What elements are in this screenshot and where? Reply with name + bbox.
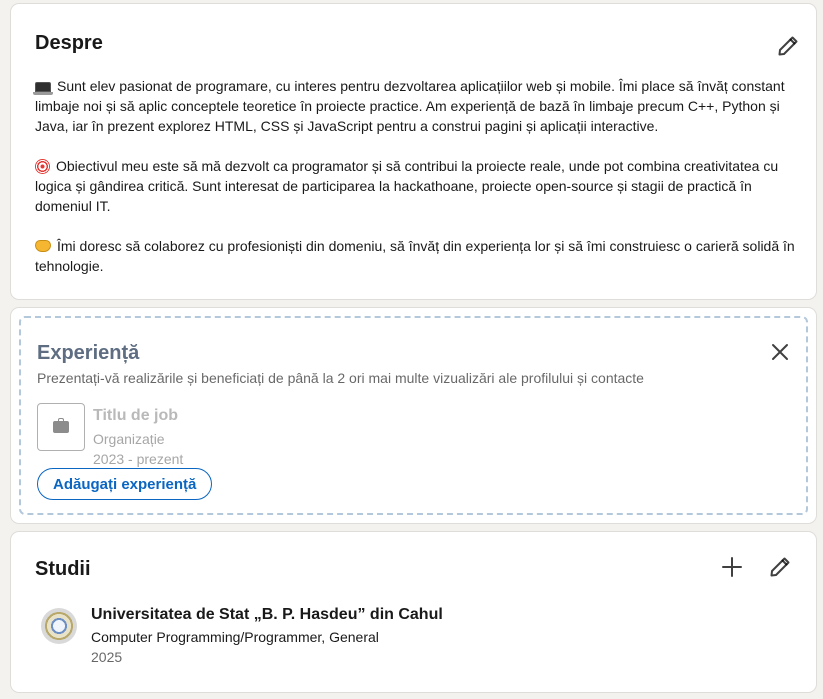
experience-placeholder-box: Experiență Prezentați-vă realizările și … xyxy=(19,316,808,515)
about-paragraph-3-text: Îmi doresc să colaborez cu profesioniști… xyxy=(35,238,795,274)
about-paragraph-1-text: Sunt elev pasionat de programare, cu int… xyxy=(35,78,785,134)
laptop-emoji-icon xyxy=(33,82,53,95)
about-paragraph-2-text: Obiectivul meu este să mă dezvolt ca pro… xyxy=(35,158,779,214)
add-education-button[interactable] xyxy=(712,547,752,587)
school-year: 2025 xyxy=(91,649,123,665)
add-experience-button[interactable]: Adăugați experiență xyxy=(37,468,213,500)
briefcase-icon xyxy=(53,418,69,433)
date-placeholder: 2023 - prezent xyxy=(93,451,184,467)
about-paragraph-3: Îmi doresc să colaborez cu profesioniști… xyxy=(35,236,795,276)
experience-title: Experiență xyxy=(37,342,140,364)
pencil-icon xyxy=(778,36,798,56)
experience-subtitle: Prezentați-vă realizările și beneficiați… xyxy=(37,370,644,386)
about-paragraph-1: Sunt elev pasionat de programare, cu int… xyxy=(33,76,795,136)
edit-about-button[interactable] xyxy=(768,26,808,66)
edit-education-button[interactable] xyxy=(760,547,800,587)
experience-section: Experiență Prezentați-vă realizările și … xyxy=(11,308,816,523)
target-emoji-icon xyxy=(35,159,50,174)
close-experience-button[interactable] xyxy=(760,332,800,372)
about-section: Despre Sunt elev pasionat de programare,… xyxy=(11,4,816,299)
pencil-icon xyxy=(770,557,790,577)
about-text: Sunt elev pasionat de programare, cu int… xyxy=(33,76,795,276)
close-icon xyxy=(772,344,788,360)
about-title: Despre xyxy=(35,32,103,54)
job-title-placeholder: Titlu de job xyxy=(93,407,179,424)
organization-placeholder: Organizație xyxy=(93,431,165,447)
handshake-emoji-icon xyxy=(35,240,51,252)
education-title: Studii xyxy=(35,558,91,580)
school-logo[interactable] xyxy=(41,608,77,644)
school-name[interactable]: Universitatea de Stat „B. P. Hasdeu” din… xyxy=(91,606,443,624)
school-degree: Computer Programming/Programmer, General xyxy=(91,629,379,645)
job-logo-placeholder xyxy=(37,403,85,451)
about-paragraph-2: Obiectivul meu este să mă dezvolt ca pro… xyxy=(35,156,795,216)
plus-icon xyxy=(722,557,742,577)
education-section: Studii Universitatea de Stat „B. P. Hasd… xyxy=(11,532,816,692)
